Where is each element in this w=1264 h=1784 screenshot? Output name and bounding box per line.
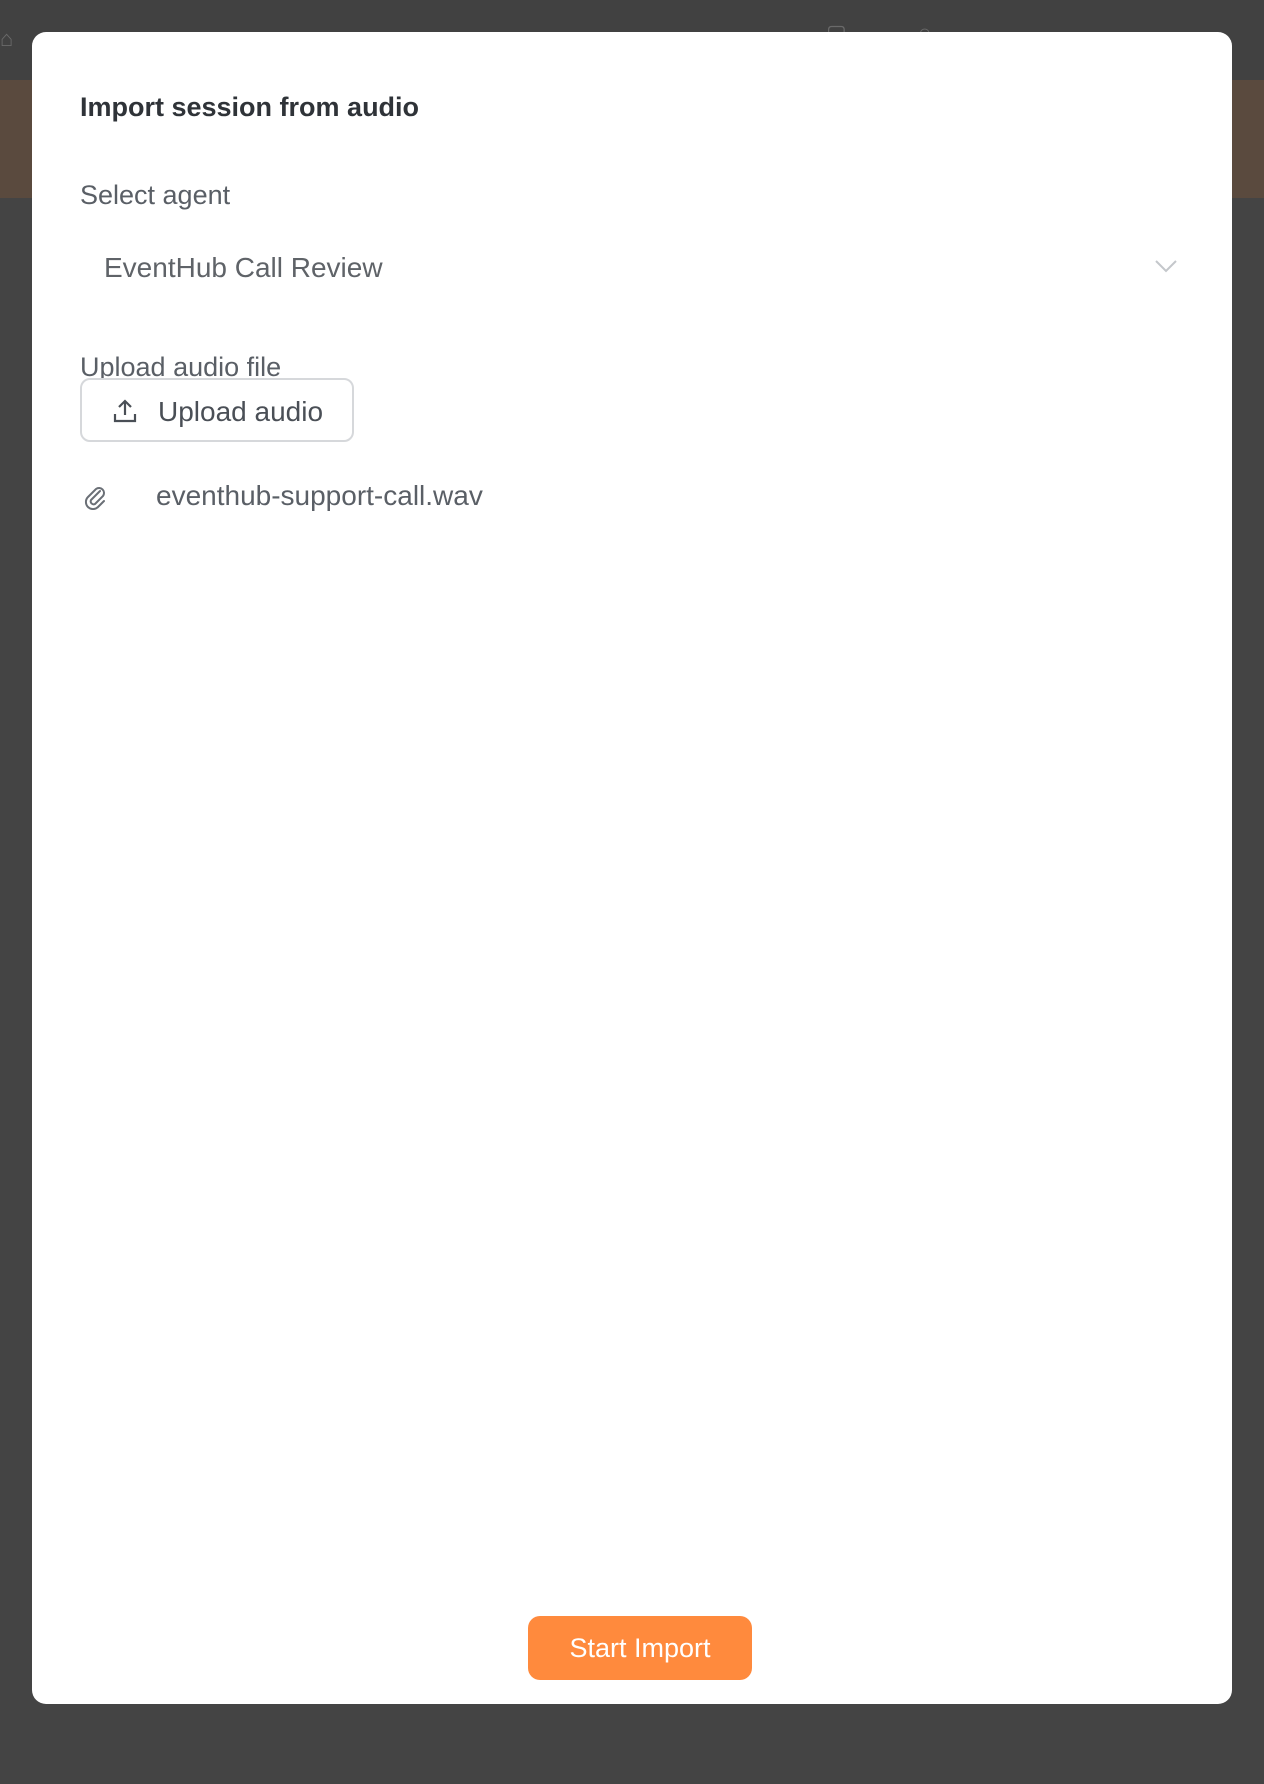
upload-audio-button[interactable]: Upload audio — [80, 378, 354, 442]
select-agent-label: Select agent — [80, 180, 231, 210]
paperclip-icon — [84, 487, 105, 510]
agent-select[interactable]: EventHub Call Review — [80, 222, 1200, 318]
import-session-modal: Import session from audio Select agent E… — [32, 32, 1232, 1704]
chevron-down-icon — [1155, 260, 1177, 273]
modal-title: Import session from audio — [80, 92, 420, 122]
upload-icon — [113, 399, 137, 423]
upload-audio-button-label: Upload audio — [158, 396, 324, 427]
background-lock-icon: ⌂ — [0, 26, 14, 51]
agent-select-value: EventHub Call Review — [104, 252, 383, 283]
start-import-button[interactable]: Start Import — [528, 1616, 752, 1680]
uploaded-file-item[interactable]: eventhub-support-call.wav — [80, 480, 680, 516]
uploaded-file-name: eventhub-support-call.wav — [156, 480, 483, 511]
